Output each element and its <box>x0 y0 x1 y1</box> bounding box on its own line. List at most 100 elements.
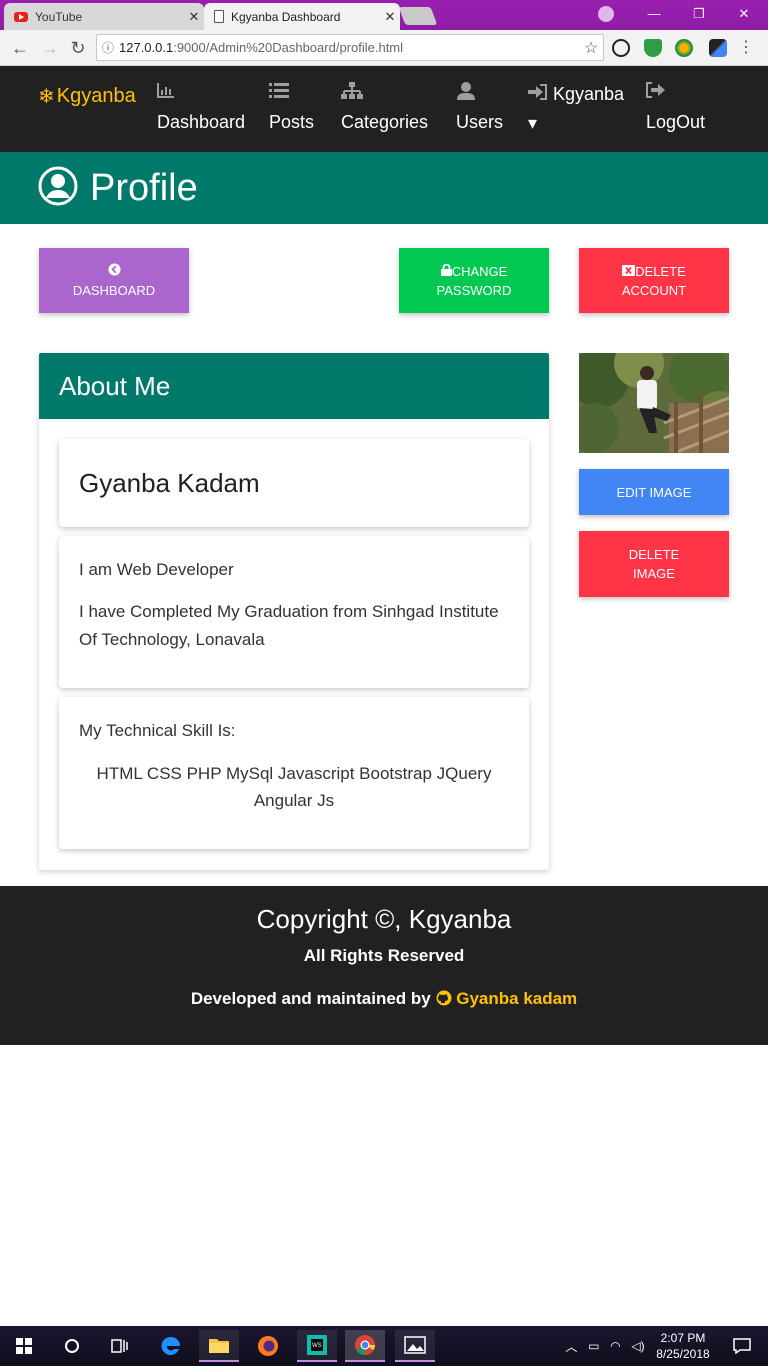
about-me-heading: About Me <box>39 353 549 419</box>
back-arrow-icon[interactable]: ← <box>8 36 32 60</box>
page-header: Profile <box>0 152 768 224</box>
bio-card: I am Web Developer I have Completed My G… <box>59 536 529 688</box>
address-bar[interactable]: ⓘ 127.0.0.1 :9000/Admin%20Dashboard/prof… <box>96 34 604 61</box>
reload-icon[interactable]: ↻ <box>66 36 90 60</box>
nav-label: LogOut <box>646 112 706 132</box>
button-label: Delete <box>628 547 680 562</box>
extension-icon-3[interactable] <box>675 39 693 57</box>
brand-name: Kgyanba <box>56 85 136 107</box>
nav-label: Posts <box>269 112 315 132</box>
forward-arrow-icon[interactable]: → <box>38 36 62 60</box>
list-icon <box>269 82 314 106</box>
firefox-icon[interactable] <box>248 1330 288 1362</box>
tab-close-icon[interactable]: ✕ <box>184 9 204 25</box>
bookmark-star-icon[interactable]: ☆ <box>579 38 603 58</box>
shield-extension-icon[interactable] <box>644 39 662 57</box>
minimize-button[interactable]: — <box>632 0 676 28</box>
page-icon <box>214 10 224 23</box>
site-navbar: ❄ Kgyanba Dashboard Posts Categories Use… <box>0 66 768 152</box>
copyright-text: Copyright ©, Kgyanba <box>256 904 512 934</box>
info-icon[interactable]: ⓘ <box>97 39 119 56</box>
chrome-icon[interactable] <box>345 1330 385 1362</box>
windows-taskbar: WS ︿ ▭ ◠ ◁) 2:07 PM 8/25/2018 <box>0 1326 768 1366</box>
edit-image-button[interactable]: Edit Image <box>579 469 729 515</box>
change-password-button[interactable]: Change Password <box>399 248 549 313</box>
profile-name: Gyanba Kadam <box>79 467 260 498</box>
nav-item-posts[interactable]: Posts <box>269 82 314 133</box>
bar-chart-icon <box>157 82 245 106</box>
close-window-button[interactable]: ✕ <box>722 0 766 28</box>
about-me-panel: About Me Gyanba Kadam I am Web Developer… <box>39 353 549 870</box>
system-tray: ︿ ▭ ◠ ◁) <box>560 1326 650 1366</box>
nav-item-categories[interactable]: Categories <box>341 82 428 133</box>
button-label: Dashboard <box>72 282 156 298</box>
nav-item-dashboard[interactable]: Dashboard <box>157 82 245 133</box>
user-circle-icon <box>38 166 78 211</box>
bio-role: I am Web Developer <box>79 560 234 579</box>
chevron-up-icon[interactable]: ︿ <box>565 1338 577 1355</box>
author-link[interactable]: Gyanba kadam <box>436 989 578 1008</box>
developer-credit: Developed and maintained by Gyanba kadam <box>0 989 768 1009</box>
clock-date: 8/25/2018 <box>656 1347 710 1361</box>
chrome-menu-icon[interactable]: ⋮ <box>734 36 758 60</box>
webstorm-icon[interactable]: WS <box>297 1330 337 1362</box>
file-explorer-icon[interactable] <box>199 1330 239 1362</box>
nav-item-logout[interactable]: LogOut <box>646 82 705 133</box>
github-icon <box>436 989 457 1008</box>
brand-logo[interactable]: ❄ Kgyanba <box>38 84 136 109</box>
chrome-profile-icon[interactable] <box>598 6 614 22</box>
cortana-search-icon[interactable] <box>52 1330 92 1362</box>
user-icon <box>456 82 503 106</box>
snowflake-icon: ❄ <box>38 86 55 108</box>
extension-icon-1[interactable] <box>612 39 630 57</box>
url-path: :9000/Admin%20Dashboard/profile.html <box>173 40 404 55</box>
button-label: Image <box>633 566 675 581</box>
button-label: Password <box>436 282 512 298</box>
nav-item-users[interactable]: Users <box>456 82 503 133</box>
edge-browser-icon[interactable] <box>151 1330 191 1362</box>
svg-text:WS: WS <box>312 1343 322 1349</box>
task-view-icon[interactable] <box>100 1330 140 1362</box>
nav-item-account-dropdown[interactable]: Kgyanba ▾ <box>528 84 624 134</box>
wifi-icon[interactable]: ◠ <box>610 1339 620 1353</box>
tab-title: YouTube <box>35 9 83 24</box>
developed-by-label: Developed and maintained by <box>190 989 431 1008</box>
nav-label: Categories <box>341 112 429 132</box>
youtube-icon <box>14 11 28 22</box>
name-card: Gyanba Kadam <box>59 439 529 527</box>
restore-button[interactable]: ❐ <box>677 0 721 28</box>
delete-account-button[interactable]: Delete Account <box>579 248 729 313</box>
battery-icon[interactable]: ▭ <box>588 1339 599 1353</box>
button-label: Change <box>451 263 508 279</box>
profile-photo <box>579 353 729 453</box>
browser-tab-youtube[interactable]: YouTube ✕ <box>4 3 204 30</box>
notifications-icon[interactable] <box>722 1330 762 1362</box>
volume-icon[interactable]: ◁) <box>631 1339 644 1353</box>
url-host: 127.0.0.1 <box>119 40 174 55</box>
sign-in-icon <box>528 84 548 105</box>
close-box-icon <box>622 262 636 281</box>
taskbar-clock[interactable]: 2:07 PM 8/25/2018 <box>648 1330 718 1362</box>
button-label: Delete <box>635 263 686 279</box>
button-label: Account <box>621 282 687 298</box>
footer: Copyright ©, Kgyanba All Rights Reserved… <box>0 886 768 1045</box>
browser-tab-bar: YouTube ✕ Kgyanba Dashboard ✕ — ❐ ✕ <box>0 0 768 30</box>
browser-tab-dashboard[interactable]: Kgyanba Dashboard ✕ <box>204 3 400 30</box>
eyedropper-extension-icon[interactable] <box>709 39 727 57</box>
new-tab-button[interactable] <box>398 7 438 25</box>
sitemap-icon <box>341 82 428 106</box>
back-to-dashboard-button[interactable]: Dashboard <box>39 248 189 313</box>
chevron-down-icon: ▾ <box>528 113 538 133</box>
arrow-circle-left-icon <box>107 262 121 281</box>
photos-icon[interactable] <box>395 1330 435 1362</box>
rights-text: All Rights Reserved <box>303 946 465 965</box>
windows-start-icon[interactable] <box>4 1330 44 1362</box>
tab-title: Kgyanba Dashboard <box>231 9 341 24</box>
delete-image-button[interactable]: Delete Image <box>579 531 729 597</box>
skills-card: My Technical Skill Is: HTML CSS PHP MySq… <box>59 697 529 849</box>
tab-close-icon[interactable]: ✕ <box>380 9 400 25</box>
nav-label: Users <box>456 112 504 132</box>
browser-toolbar: ← → ↻ ⓘ 127.0.0.1 :9000/Admin%20Dashboar… <box>0 30 768 66</box>
nav-label: Dashboard <box>157 112 246 132</box>
author-name: Gyanba kadam <box>456 989 578 1008</box>
